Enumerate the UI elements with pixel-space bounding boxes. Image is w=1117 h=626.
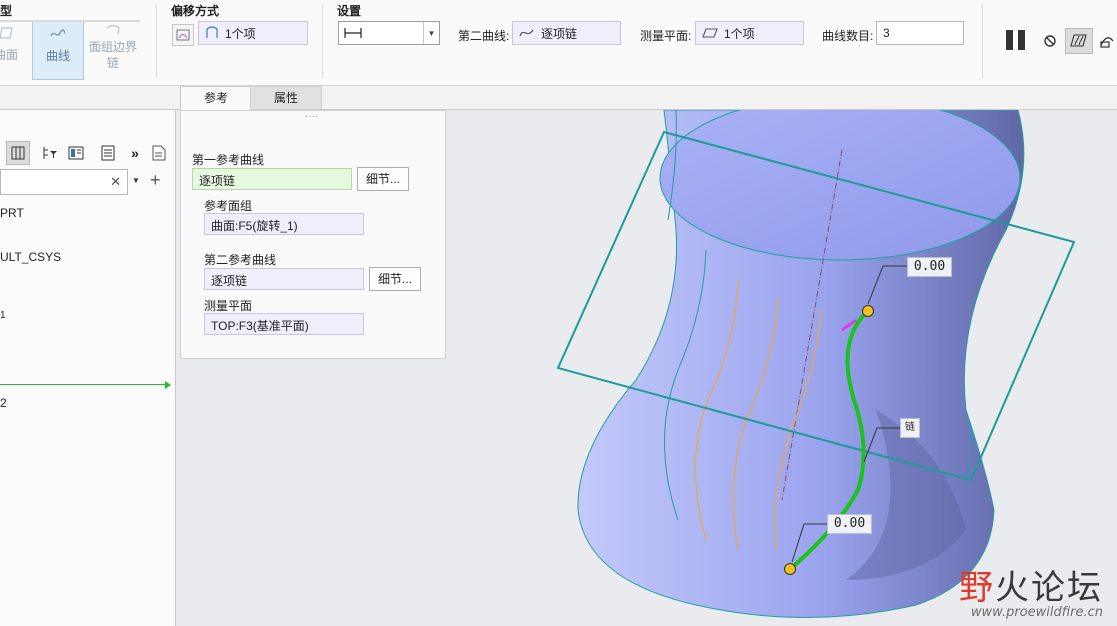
insert-arrow-icon xyxy=(165,381,171,389)
pause-button[interactable] xyxy=(1003,28,1029,52)
surface-icon xyxy=(0,26,20,42)
tab-properties[interactable]: 属性 xyxy=(250,86,322,110)
tree-filter-icon xyxy=(43,147,57,159)
graphics-viewport[interactable]: 0.00 链 0.00 野火论坛 www.proewildfire.cn xyxy=(446,95,1117,626)
add-icon[interactable]: + xyxy=(150,170,161,191)
more-tools-button[interactable]: » xyxy=(126,141,144,165)
separator xyxy=(156,4,157,78)
offset-method-icon-button[interactable] xyxy=(172,24,194,46)
settings-title: 设置 xyxy=(337,4,362,18)
panel-grip[interactable]: ···· xyxy=(305,111,318,122)
list-settings-icon xyxy=(101,145,115,161)
prohibit-icon xyxy=(1044,35,1056,47)
tab-strip: 参考 属性 xyxy=(0,86,1117,110)
offset-method-title: 偏移方式 xyxy=(171,4,220,18)
offset-value-tag[interactable]: 0.00 xyxy=(827,514,872,534)
separator xyxy=(322,4,323,78)
curve-button-label: 曲线 xyxy=(45,49,70,63)
curve-count-label: 曲线数目: xyxy=(822,29,874,43)
second-curve-label: 第二曲线: xyxy=(458,29,510,43)
measure-plane-value: 1个项 xyxy=(724,26,755,41)
second-curve-details-button[interactable]: 细节... xyxy=(369,267,421,291)
watermark: 野火论坛 www.proewildfire.cn xyxy=(959,560,1103,620)
curve-endpoint[interactable] xyxy=(862,305,874,317)
curve-button[interactable]: 曲线 xyxy=(32,20,84,80)
group-title-ref: 型 xyxy=(0,4,13,18)
tree-settings-button[interactable] xyxy=(98,141,118,165)
tree-item[interactable]: 2 xyxy=(0,396,7,410)
offset-collector[interactable]: 1个项 xyxy=(198,21,308,45)
double-chevron-right-icon: » xyxy=(131,145,139,161)
quilt-icon xyxy=(206,26,218,38)
measure-plane-panel-collector[interactable]: TOP:F3(基准平面) xyxy=(204,313,364,335)
watermark-url: www.proewildfire.cn xyxy=(970,605,1103,620)
document-icon xyxy=(152,145,166,161)
measure-plane-panel-label: 测量平面 xyxy=(204,299,253,313)
verify-button[interactable] xyxy=(1099,32,1117,50)
first-ref-curve-label: 第一参考曲线 xyxy=(192,153,265,167)
curve-icon xyxy=(33,27,83,43)
model-view[interactable] xyxy=(446,95,1117,626)
tree-item[interactable]: ULT_CSYS xyxy=(0,250,61,264)
second-curve-value: 逐项链 xyxy=(541,26,578,41)
table-icon xyxy=(11,146,25,160)
chain-tag[interactable]: 链 xyxy=(900,418,920,438)
no-preview-button[interactable] xyxy=(1040,32,1060,50)
offset-value-tag[interactable]: 0.00 xyxy=(907,257,952,277)
ref-quilt-collector[interactable]: 曲面:F5(旋转_1) xyxy=(204,213,364,235)
glasses-icon xyxy=(1100,37,1114,48)
offset-collector-value: 1个项 xyxy=(225,26,256,41)
quilt-boundary-button[interactable]: 面组边界链 xyxy=(86,20,140,80)
first-ref-curve-collector[interactable]: 逐项链 xyxy=(192,168,352,190)
quilt-boundary-label: 面组边界链 xyxy=(88,40,137,70)
measure-plane-label: 测量平面: xyxy=(640,29,692,43)
measure-plane-collector[interactable]: 1个项 xyxy=(695,21,804,45)
offset-surface-icon xyxy=(176,29,190,41)
surface-button-label: 曲面 xyxy=(0,48,18,62)
second-ref-curve-label: 第二参考曲线 xyxy=(204,253,277,267)
tree-view-button[interactable] xyxy=(6,141,30,165)
second-curve-collector[interactable]: 逐项链 xyxy=(512,21,621,45)
first-curve-details-button[interactable]: 细节... xyxy=(357,167,409,191)
pause-icon xyxy=(1006,30,1025,50)
settings-dropdown[interactable]: ▼ xyxy=(338,21,440,45)
tree-doc-button[interactable] xyxy=(150,141,168,165)
tree-filter-button[interactable] xyxy=(40,141,60,165)
boundary-icon xyxy=(86,24,140,40)
separator xyxy=(982,4,983,78)
ref-quilt-label: 参考面组 xyxy=(204,199,253,213)
curve-endpoint[interactable] xyxy=(784,563,796,575)
clear-icon[interactable]: ✕ xyxy=(110,174,121,190)
group-underline xyxy=(0,20,140,22)
second-ref-curve-collector[interactable]: 逐项链 xyxy=(204,268,364,290)
chevron-down-icon[interactable]: ▼ xyxy=(423,22,439,44)
dimension-type-icon xyxy=(344,28,362,38)
insert-indicator[interactable] xyxy=(0,384,170,385)
references-panel: ···· 第一参考曲线 逐项链 细节... 参考面组 曲面:F5(旋转_1) 第… xyxy=(180,110,446,359)
columns-icon xyxy=(68,146,84,160)
plane-icon xyxy=(702,28,718,38)
surface-button[interactable]: 曲面 xyxy=(0,20,20,80)
curve-count-input[interactable]: 3 xyxy=(876,21,964,45)
tree-columns-button[interactable] xyxy=(66,141,86,165)
preview-geometry-icon xyxy=(1070,34,1087,47)
tree-item[interactable]: PRT xyxy=(0,206,24,220)
preview-button[interactable] xyxy=(1065,28,1093,54)
chain-curve-icon xyxy=(519,29,534,37)
ribbon: 型 曲面 曲线 面组边界链 偏移方式 1个项 设置 ▼ 第二曲线: 逐项链 xyxy=(0,0,1117,86)
tree-search-input[interactable]: ✕ xyxy=(0,169,128,195)
tab-references[interactable]: 参考 xyxy=(180,86,252,110)
watermark-title: 野火论坛 xyxy=(959,568,1103,608)
model-tree: » ✕ ▼ + PRT ULT_CSYS 1 2 xyxy=(0,110,176,626)
chevron-down-icon[interactable]: ▼ xyxy=(132,176,140,185)
tree-item[interactable]: 1 xyxy=(0,310,6,321)
